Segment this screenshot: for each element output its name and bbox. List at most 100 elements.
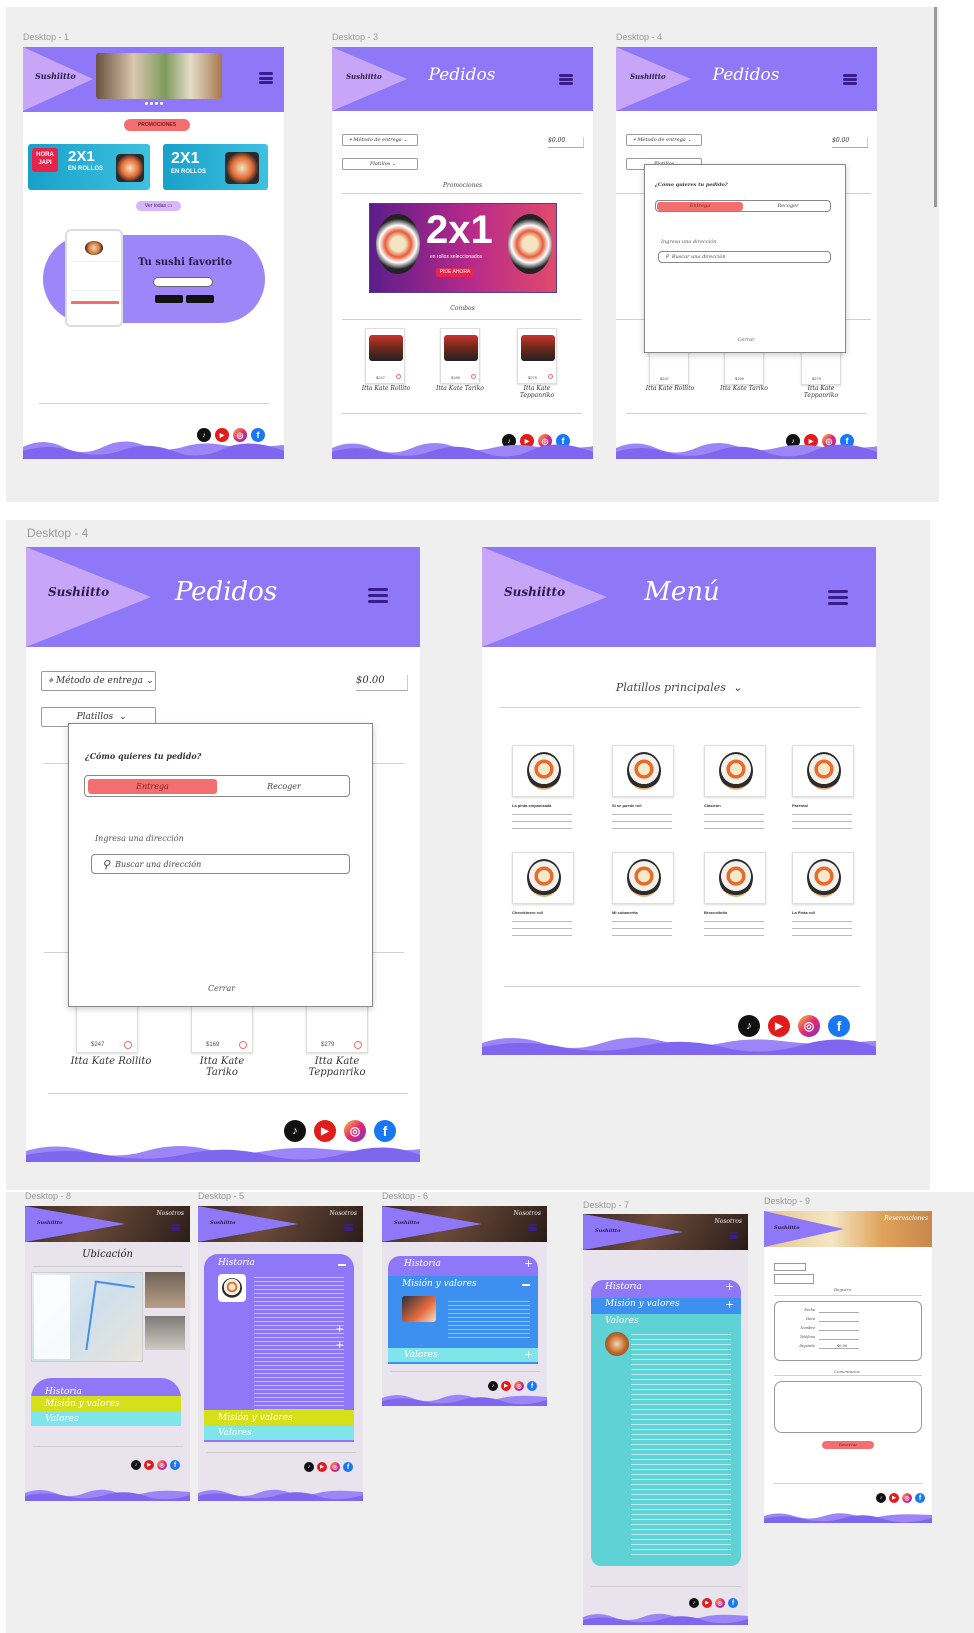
expand-icon[interactable]: + bbox=[336, 1340, 344, 1351]
comments-textarea[interactable] bbox=[774, 1381, 922, 1433]
menu-icon[interactable] bbox=[344, 1224, 353, 1231]
youtube-icon[interactable]: ▶ bbox=[889, 1493, 899, 1503]
google-play-badge[interactable] bbox=[186, 295, 214, 303]
menu-icon[interactable] bbox=[559, 74, 573, 85]
mission-title[interactable]: Misión y valores bbox=[35, 1399, 120, 1409]
add-icon[interactable] bbox=[396, 374, 401, 379]
category-dropdown[interactable]: Platillos ⌄ bbox=[342, 158, 418, 170]
promo-banner[interactable]: 2x1 en rollos seleccionados PIDE AHORA bbox=[369, 203, 557, 293]
facebook-icon[interactable]: f bbox=[728, 1598, 738, 1608]
address-search-input[interactable]: ⚲ Buscar una dirección bbox=[91, 854, 350, 874]
menu-icon[interactable] bbox=[843, 74, 857, 85]
add-icon[interactable] bbox=[124, 1041, 132, 1049]
product-card[interactable]: $247 bbox=[76, 999, 138, 1053]
product-card[interactable]: $279 bbox=[517, 328, 557, 384]
pickup-option[interactable]: Recoger bbox=[746, 202, 830, 211]
reserve-button[interactable]: Reservar bbox=[822, 1441, 874, 1449]
history-title[interactable]: Historia bbox=[208, 1258, 255, 1268]
expand-icon[interactable]: + bbox=[524, 1348, 533, 1361]
mission-title[interactable]: Misión y valores bbox=[595, 1299, 680, 1309]
facebook-icon[interactable]: f bbox=[170, 1460, 180, 1470]
promo-card[interactable]: 2X1 EN ROLLOS bbox=[163, 144, 268, 190]
close-button[interactable]: Cerrar bbox=[645, 337, 847, 343]
instagram-icon[interactable]: ◎ bbox=[902, 1493, 912, 1503]
youtube-icon[interactable]: ▶ bbox=[501, 1381, 511, 1391]
scrollbar[interactable] bbox=[934, 7, 937, 207]
youtube-icon[interactable]: ▶ bbox=[314, 1120, 336, 1142]
order-now-button[interactable] bbox=[153, 277, 213, 287]
youtube-icon[interactable]: ▶ bbox=[702, 1598, 712, 1608]
hero-carousel-image[interactable] bbox=[96, 53, 222, 99]
form-field-input[interactable] bbox=[819, 1312, 859, 1313]
menu-item-card[interactable] bbox=[704, 745, 766, 797]
brand-logo[interactable]: Sushiitto bbox=[35, 71, 76, 81]
mission-title[interactable]: Misión y valores bbox=[392, 1279, 477, 1289]
history-title[interactable]: Historia bbox=[595, 1282, 642, 1292]
youtube-icon[interactable]: ▶ bbox=[317, 1462, 327, 1472]
brand-logo[interactable]: Sushiitto bbox=[394, 1220, 419, 1226]
brand-logo[interactable]: Sushiitto bbox=[210, 1220, 235, 1226]
close-button[interactable]: Cerrar bbox=[69, 984, 374, 993]
facebook-icon[interactable]: f bbox=[915, 1493, 925, 1503]
expand-icon[interactable]: + bbox=[725, 1280, 734, 1293]
youtube-icon[interactable]: ▶ bbox=[144, 1460, 154, 1470]
form-field-input[interactable] bbox=[819, 1330, 859, 1331]
instagram-icon[interactable]: ◎ bbox=[344, 1120, 366, 1142]
product-card[interactable]: $169 bbox=[440, 328, 480, 384]
order-now-button[interactable]: PIDE AHORA bbox=[436, 268, 474, 277]
product-card[interactable]: $169 bbox=[191, 999, 253, 1053]
collapse-icon[interactable] bbox=[522, 1284, 530, 1286]
tiktok-icon[interactable]: ♪ bbox=[304, 1462, 314, 1472]
category-selector[interactable]: Platillos principales ⌄ bbox=[482, 681, 876, 694]
instagram-icon[interactable]: ◎ bbox=[330, 1462, 340, 1472]
values-title[interactable]: Valores bbox=[35, 1414, 79, 1424]
brand-logo[interactable]: Sushiitto bbox=[48, 585, 109, 599]
values-title[interactable]: Valores bbox=[208, 1428, 252, 1438]
form-field-input[interactable] bbox=[819, 1339, 859, 1340]
delivery-option[interactable]: Entrega bbox=[657, 202, 743, 211]
brand-logo[interactable]: Sushiitto bbox=[630, 72, 666, 81]
menu-icon[interactable] bbox=[729, 1232, 738, 1239]
expand-icon[interactable]: + bbox=[336, 1324, 344, 1335]
menu-icon[interactable] bbox=[259, 72, 273, 84]
menu-item-card[interactable] bbox=[792, 745, 854, 797]
tiktok-icon[interactable]: ♪ bbox=[284, 1120, 306, 1142]
product-card[interactable]: $247 bbox=[365, 328, 405, 384]
facebook-icon[interactable]: f bbox=[527, 1381, 537, 1391]
brand-logo[interactable]: Sushiitto bbox=[595, 1228, 620, 1234]
delivery-method-dropdown[interactable]: ⌖ Método de entrega ⌄ bbox=[626, 134, 702, 146]
collapse-icon[interactable] bbox=[338, 1264, 346, 1266]
map[interactable] bbox=[31, 1272, 143, 1362]
product-card[interactable]: $279 bbox=[306, 999, 368, 1053]
menu-item-card[interactable] bbox=[704, 852, 766, 904]
tiktok-icon[interactable]: ♪ bbox=[876, 1493, 886, 1503]
menu-item-card[interactable] bbox=[512, 745, 574, 797]
instagram-icon[interactable]: ◎ bbox=[715, 1598, 725, 1608]
add-icon[interactable] bbox=[548, 374, 553, 379]
menu-icon[interactable] bbox=[528, 1224, 537, 1231]
tiktok-icon[interactable]: ♪ bbox=[689, 1598, 699, 1608]
branch-dropdown[interactable] bbox=[774, 1274, 814, 1284]
form-field-input[interactable] bbox=[819, 1348, 859, 1349]
menu-icon[interactable] bbox=[828, 590, 848, 605]
menu-icon[interactable] bbox=[171, 1224, 180, 1231]
history-title[interactable]: Historia bbox=[394, 1259, 441, 1269]
brand-logo[interactable]: Sushiitto bbox=[774, 1225, 799, 1231]
delivery-method-dropdown[interactable]: ⌖ Método de entrega ⌄ bbox=[342, 134, 418, 146]
user-dropdown[interactable] bbox=[774, 1263, 806, 1271]
brand-logo[interactable]: Sushiitto bbox=[346, 72, 382, 81]
menu-icon[interactable] bbox=[368, 588, 388, 603]
facebook-icon[interactable]: f bbox=[374, 1120, 396, 1142]
promotions-button[interactable]: PROMOCIONES bbox=[124, 119, 190, 131]
add-icon[interactable] bbox=[239, 1041, 247, 1049]
expand-icon[interactable]: + bbox=[524, 1257, 533, 1270]
expand-icon[interactable]: + bbox=[725, 1298, 734, 1311]
add-icon[interactable] bbox=[471, 374, 476, 379]
tiktok-icon[interactable]: ♪ bbox=[488, 1381, 498, 1391]
menu-item-card[interactable] bbox=[512, 852, 574, 904]
facebook-icon[interactable]: f bbox=[343, 1462, 353, 1472]
menu-item-card[interactable] bbox=[612, 852, 674, 904]
tiktok-icon[interactable]: ♪ bbox=[131, 1460, 141, 1470]
instagram-icon[interactable]: ◎ bbox=[514, 1381, 524, 1391]
instagram-icon[interactable]: ◎ bbox=[157, 1460, 167, 1470]
